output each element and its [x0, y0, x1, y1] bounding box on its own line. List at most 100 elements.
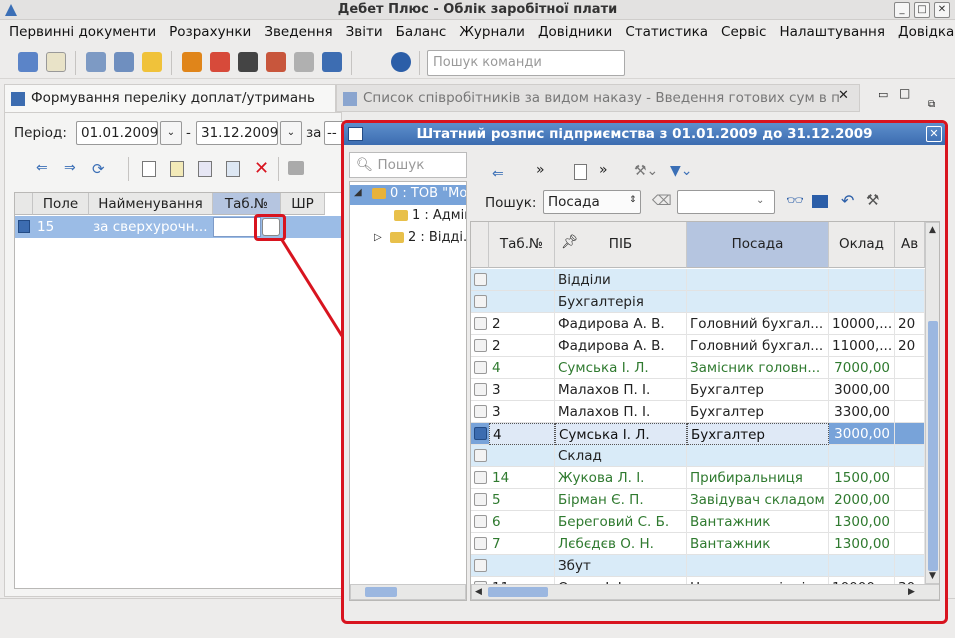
tab-close-icon[interactable]: ✕: [838, 88, 849, 103]
menu-nalashtuvannia[interactable]: Налаштування: [770, 21, 885, 40]
lightning-icon[interactable]: [142, 52, 162, 72]
group-row[interactable]: Відділи: [471, 269, 925, 291]
copy-document-icon[interactable]: [198, 161, 212, 177]
table-row[interactable]: 5 Бірман Є. П. Завідувач складом 2000,00: [471, 489, 925, 511]
table-row[interactable]: 2 Фадирова А. В. Головний бухгал... 10000,.…: [471, 313, 925, 335]
row-checkbox[interactable]: [474, 295, 487, 308]
column-header-pib[interactable]: 📌︎ ПІБ: [555, 222, 687, 268]
more-icon[interactable]: »: [536, 162, 545, 178]
column-header-oklad[interactable]: Оклад: [829, 222, 895, 268]
binoculars-icon[interactable]: [322, 52, 342, 72]
scrollbar-thumb[interactable]: [928, 321, 938, 571]
period-from-field[interactable]: 01.01.2009: [76, 121, 158, 145]
table-row[interactable]: 2 Фадирова А. В. Головний бухгал... 11000,.…: [471, 335, 925, 357]
row-checkbox[interactable]: [474, 493, 487, 506]
period-to-field[interactable]: 31.12.2009: [196, 121, 278, 145]
list-icon[interactable]: [812, 195, 828, 208]
row-checkbox[interactable]: [474, 537, 487, 550]
command-search-input[interactable]: Пошук команди: [427, 50, 625, 76]
table-row[interactable]: 7 Лєбєдєв О. Н. Вантажник 1300,00: [471, 533, 925, 555]
table-row[interactable]: 3 Малахов П. І. Бухгалтер 3000,00: [471, 379, 925, 401]
row-checkbox[interactable]: [474, 361, 487, 374]
menu-zhurnaly[interactable]: Журнали: [450, 21, 525, 40]
row-checkbox[interactable]: [474, 317, 487, 330]
view-document-icon[interactable]: [226, 161, 240, 177]
chevron-down-icon[interactable]: ⌄: [756, 195, 764, 206]
collapse-icon[interactable]: ▷: [374, 232, 382, 243]
row-checkbox[interactable]: [474, 405, 487, 418]
table-row[interactable]: 3 Малахов П. І. Бухгалтер 3300,00: [471, 401, 925, 423]
box-icon[interactable]: [182, 52, 202, 72]
menu-pervinni[interactable]: Первинні документи: [0, 21, 156, 40]
person-card-icon[interactable]: [210, 52, 230, 72]
group-row[interactable]: Склад: [471, 445, 925, 467]
table-row[interactable]: 4 Сумська І. Л. Бухгалтер 3000,00: [471, 423, 925, 445]
tab-formuvannia[interactable]: Формування переліку доплат/утримань: [4, 84, 336, 112]
magnifier-icon[interactable]: [294, 52, 314, 72]
minimize-pane-icon[interactable]: ▭: [878, 88, 888, 101]
maximize-button[interactable]: □: [914, 2, 930, 18]
horizontal-scrollbar[interactable]: ◀ ▶: [471, 584, 939, 600]
tree-search-input[interactable]: 🔍︎ Пошук: [349, 152, 467, 178]
table-row[interactable]: 14 Жукова Л. І. Прибиральниця 1500,00: [471, 467, 925, 489]
arrow-left-icon[interactable]: ⇐: [36, 161, 50, 175]
row-checkbox[interactable]: [474, 273, 487, 286]
period-to-dropdown[interactable]: ⌄: [280, 121, 302, 145]
binoculars-icon[interactable]: 👓︎: [786, 193, 804, 209]
column-header-tab-no[interactable]: Таб.№: [213, 193, 281, 215]
menu-servis[interactable]: Сервіс: [712, 21, 766, 40]
camera-icon[interactable]: [238, 52, 258, 72]
row-checkbox[interactable]: [474, 383, 487, 396]
tree-horizontal-scrollbar[interactable]: [350, 584, 466, 600]
database-icon[interactable]: [18, 52, 38, 72]
filter-icon[interactable]: ▼⌄: [670, 163, 693, 179]
arrow-left-icon[interactable]: ⇐: [492, 166, 504, 182]
scroll-down-icon[interactable]: ▼: [929, 571, 936, 581]
help-icon[interactable]: [391, 52, 411, 72]
expand-icon[interactable]: ◢: [354, 187, 362, 198]
arrow-right-icon[interactable]: ⇒: [64, 161, 78, 175]
scrollbar-thumb[interactable]: [365, 587, 397, 597]
maximize-pane-icon[interactable]: □: [899, 86, 910, 100]
vertical-scrollbar[interactable]: ▲ ▼: [925, 222, 939, 584]
edit-document-icon[interactable]: [170, 161, 184, 177]
column-header-shr[interactable]: ШР: [281, 193, 325, 215]
column-header-tab-no[interactable]: Таб.№: [489, 222, 555, 268]
scroll-up-icon[interactable]: ▲: [929, 225, 936, 235]
monitor-icon[interactable]: [114, 52, 134, 72]
new-document-icon[interactable]: [574, 164, 587, 180]
tab-spysok-spivrobitnykiv[interactable]: Список співробітників за видом наказу - …: [336, 84, 860, 112]
menu-zvedennia[interactable]: Зведення: [255, 21, 332, 40]
document-icon[interactable]: [46, 52, 66, 72]
table-row[interactable]: 15 за сверхурочн...: [15, 216, 345, 238]
menu-rozrakhunky[interactable]: Розрахунки: [160, 21, 251, 40]
menu-balans[interactable]: Баланс: [387, 21, 447, 40]
menu-statystyka[interactable]: Статистика: [616, 21, 708, 40]
delete-icon[interactable]: ✕: [254, 158, 269, 179]
more-icon[interactable]: »: [599, 162, 608, 178]
id-card-icon[interactable]: [266, 52, 286, 72]
row-checkbox[interactable]: [474, 559, 487, 572]
minimize-button[interactable]: _: [894, 2, 910, 18]
search-field-select[interactable]: Посада: [543, 190, 641, 214]
undo-icon[interactable]: ↶: [841, 191, 854, 210]
table-row[interactable]: 6 Береговий С. Б. Вантажник 1300,00: [471, 511, 925, 533]
restore-icon[interactable]: ⧉: [928, 99, 935, 110]
row-checkbox[interactable]: [474, 427, 487, 440]
group-row[interactable]: Збут: [471, 555, 925, 577]
row-checkbox[interactable]: [474, 449, 487, 462]
menu-dovidka[interactable]: Довідка: [889, 21, 954, 40]
row-checkbox[interactable]: [474, 339, 487, 352]
updown-icon[interactable]: ⇕: [629, 195, 637, 205]
modal-close-button[interactable]: ✕: [926, 126, 942, 142]
eraser-icon[interactable]: ⌫: [652, 193, 672, 209]
menu-dovidnyky[interactable]: Довідники: [529, 21, 612, 40]
scroll-left-icon[interactable]: ◀: [475, 587, 482, 597]
row-checkbox[interactable]: [18, 220, 30, 233]
table-row[interactable]: 4 Сумська І. Л. Замісник головн... 7000,00: [471, 357, 925, 379]
row-checkbox[interactable]: [474, 471, 487, 484]
scrollbar-thumb[interactable]: [488, 587, 548, 597]
column-header-posada[interactable]: Посада: [687, 222, 829, 268]
new-document-icon[interactable]: [142, 161, 156, 177]
column-header-av[interactable]: Ав: [895, 222, 925, 268]
